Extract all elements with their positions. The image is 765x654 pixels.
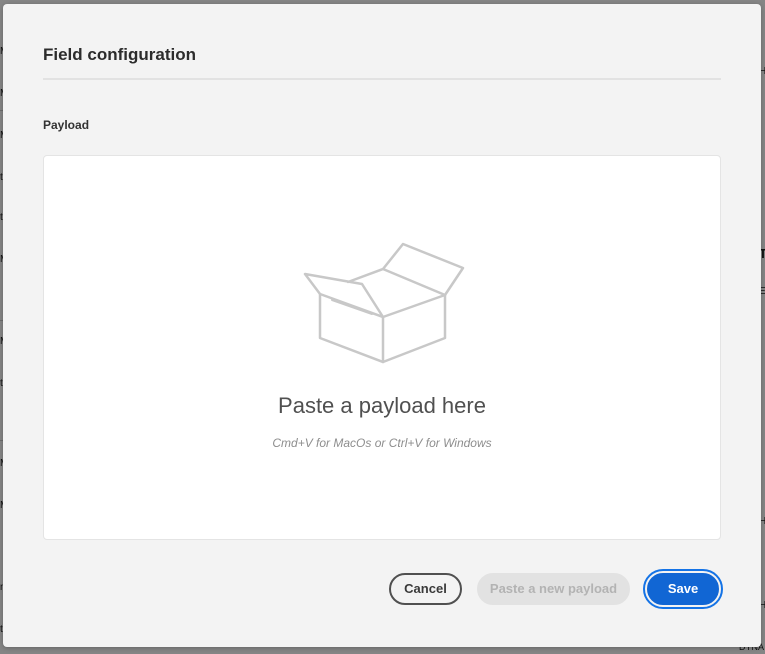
field-configuration-dialog: Field configuration Payload Paste a payl…: [3, 4, 761, 647]
dropzone-title: Paste a payload here: [278, 393, 486, 418]
dropzone-hint: Cmd+V for MacOs or Ctrl+V for Windows: [272, 436, 492, 450]
dialog-divider: [43, 78, 721, 80]
open-box-icon: [303, 242, 465, 364]
paste-new-payload-button: Paste a new payload: [477, 573, 630, 605]
cancel-button[interactable]: Cancel: [389, 573, 462, 605]
dialog-title: Field configuration: [43, 45, 196, 64]
payload-label: Payload: [43, 118, 90, 132]
save-button[interactable]: Save: [647, 573, 719, 605]
payload-dropzone[interactable]: Paste a payload here Cmd+V for MacOs or …: [43, 155, 721, 540]
